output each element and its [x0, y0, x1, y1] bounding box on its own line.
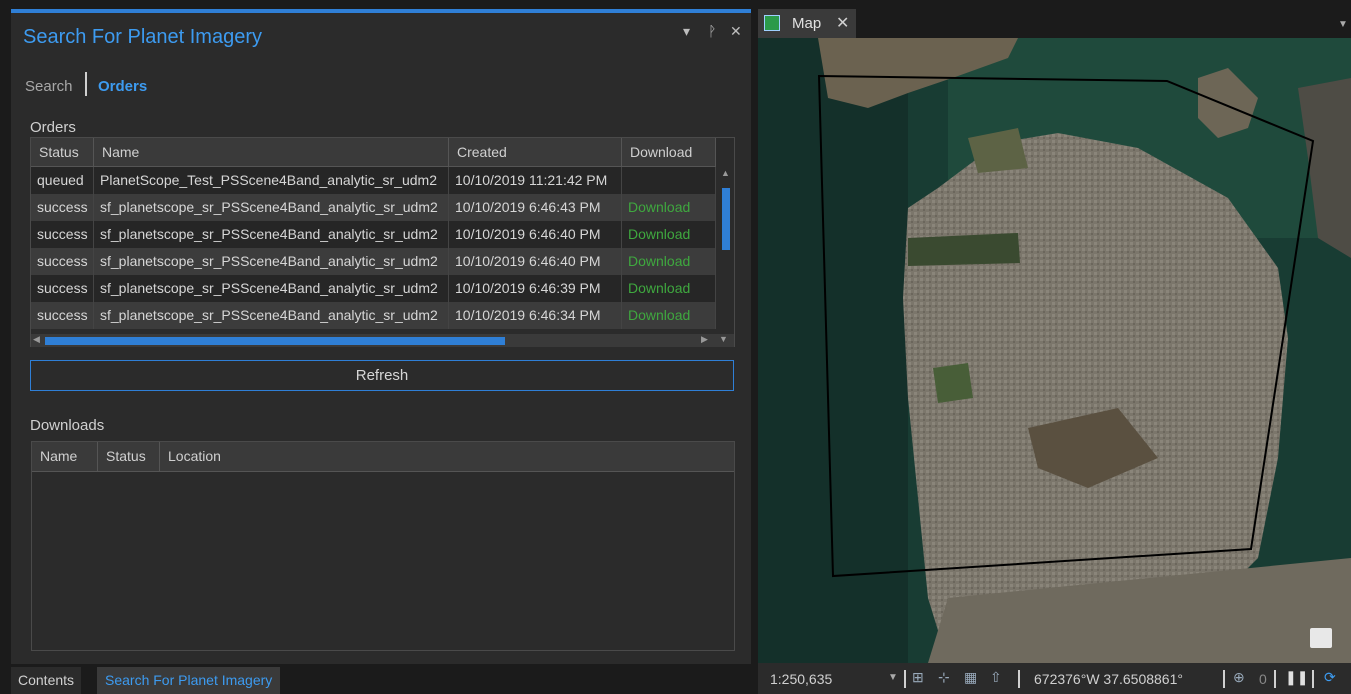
golden-gate-park — [908, 233, 1020, 266]
cell-created: 10/10/2019 6:46:34 PM — [449, 302, 622, 329]
vertical-scroll-thumb[interactable] — [722, 188, 730, 250]
column-header-download[interactable]: Download — [622, 138, 716, 166]
pane-title: Search For Planet Imagery — [23, 26, 262, 48]
pane-accent-bar — [11, 9, 751, 13]
map-canvas[interactable] — [758, 38, 1351, 663]
table-row[interactable]: success sf_planetscope_sr_PSScene4Band_a… — [31, 221, 716, 248]
selected-features-count: 0 — [1259, 671, 1267, 687]
map-status-bar: 1:250,635 ▼ ⊞ ⊹ ▦ ⇧ 672376°W 37.6508861°… — [758, 663, 1351, 694]
cell-name: sf_planetscope_sr_PSScene4Band_analytic_… — [94, 275, 449, 302]
orders-horizontal-scrollbar[interactable]: ◀ ▶ ▼ — [31, 334, 734, 347]
cell-status: success — [31, 302, 94, 329]
map-overview-icon[interactable] — [1310, 628, 1332, 648]
orders-table: Status Name Created Download queued Plan… — [30, 137, 735, 347]
pause-drawing-icon[interactable]: ❚❚ — [1285, 669, 1308, 686]
tab-search[interactable]: Search — [25, 78, 73, 95]
download-link[interactable]: Download — [622, 221, 716, 248]
snapping-icon[interactable]: ⊹ — [938, 669, 950, 686]
chevron-down-icon[interactable]: ▼ — [888, 672, 898, 683]
status-divider — [1018, 670, 1020, 688]
left-dock: Search For Planet Imagery ▾ ᚹ ✕ Search O… — [0, 0, 752, 694]
column-header-created[interactable]: Created — [449, 138, 622, 166]
map-tab-label: Map — [792, 15, 822, 32]
refresh-map-icon[interactable]: ⟳ — [1324, 669, 1336, 686]
orders-section-label: Orders — [30, 119, 76, 136]
downloads-section-label: Downloads — [30, 417, 105, 434]
satellite-imagery — [758, 38, 1351, 663]
column-header-name[interactable]: Name — [32, 442, 98, 471]
cell-name: PlanetScope_Test_PSScene4Band_analytic_s… — [94, 167, 449, 194]
download-link[interactable]: Download — [622, 248, 716, 275]
cell-name: sf_planetscope_sr_PSScene4Band_analytic_… — [94, 302, 449, 329]
download-link[interactable]: Download — [622, 194, 716, 221]
tab-divider — [85, 72, 87, 96]
cell-name: sf_planetscope_sr_PSScene4Band_analytic_… — [94, 194, 449, 221]
download-link[interactable]: Download — [622, 275, 716, 302]
downloads-header-row: Name Status Location — [32, 442, 734, 472]
park-area — [933, 363, 973, 403]
map-tab-bar: Map ✕ ▼ — [758, 9, 1351, 38]
cell-status: success — [31, 248, 94, 275]
orders-vertical-scrollbar[interactable]: ▲ — [718, 166, 734, 332]
pane-close-icon[interactable]: ✕ — [730, 23, 742, 40]
map-icon — [764, 15, 780, 31]
selection-icon[interactable]: ⊕ — [1233, 669, 1245, 686]
cell-created: 10/10/2019 6:46:39 PM — [449, 275, 622, 302]
column-header-name[interactable]: Name — [94, 138, 449, 166]
download-link[interactable]: Download — [622, 302, 716, 329]
coordinate-readout: 672376°W 37.6508861° — [1034, 671, 1183, 687]
north-arrow-icon[interactable]: ⇧ — [990, 669, 1002, 686]
tab-contents[interactable]: Contents — [11, 667, 82, 694]
table-row[interactable]: success sf_planetscope_sr_PSScene4Band_a… — [31, 302, 716, 329]
table-row[interactable]: queued PlanetScope_Test_PSScene4Band_ana… — [31, 167, 716, 194]
cell-status: success — [31, 275, 94, 302]
scroll-up-arrow-icon[interactable]: ▲ — [721, 168, 730, 178]
tab-search-planet-imagery[interactable]: Search For Planet Imagery — [97, 667, 281, 694]
tab-map[interactable]: Map ✕ — [758, 9, 856, 38]
horizontal-scroll-thumb[interactable] — [45, 337, 505, 345]
table-row[interactable]: success sf_planetscope_sr_PSScene4Band_a… — [31, 194, 716, 221]
cell-status: success — [31, 194, 94, 221]
close-icon[interactable]: ✕ — [836, 13, 849, 33]
refresh-button[interactable]: Refresh — [30, 360, 734, 391]
tab-orders[interactable]: Orders — [98, 78, 147, 95]
cell-download — [622, 167, 716, 194]
column-header-status[interactable]: Status — [31, 138, 94, 166]
cell-status: success — [31, 221, 94, 248]
cell-name: sf_planetscope_sr_PSScene4Band_analytic_… — [94, 221, 449, 248]
orders-header-row: Status Name Created Download — [31, 138, 716, 167]
column-header-status[interactable]: Status — [98, 442, 160, 471]
table-row[interactable]: success sf_planetscope_sr_PSScene4Band_a… — [31, 248, 716, 275]
status-divider — [904, 670, 906, 688]
cell-name: sf_planetscope_sr_PSScene4Band_analytic_… — [94, 248, 449, 275]
status-divider — [1312, 670, 1314, 688]
cell-created: 10/10/2019 6:46:40 PM — [449, 248, 622, 275]
downloads-table: Name Status Location — [31, 441, 735, 651]
dock-bottom-tabs: Contents Search For Planet Imagery — [11, 667, 751, 694]
column-header-location[interactable]: Location — [160, 442, 734, 471]
scroll-down-arrow-icon[interactable]: ▼ — [719, 334, 728, 344]
grid-icon[interactable]: ▦ — [964, 669, 977, 686]
status-divider — [1223, 670, 1225, 688]
pane-pin-icon[interactable]: ᚹ — [708, 23, 716, 39]
pane-menu-icon[interactable]: ▾ — [683, 23, 690, 40]
cell-created: 10/10/2019 11:21:42 PM — [449, 167, 622, 194]
cell-status: queued — [31, 167, 94, 194]
map-scale-field[interactable]: 1:250,635 — [770, 671, 832, 687]
fixed-extent-icon[interactable]: ⊞ — [912, 669, 924, 686]
cell-created: 10/10/2019 6:46:43 PM — [449, 194, 622, 221]
chevron-down-icon[interactable]: ▼ — [1338, 19, 1348, 30]
cell-created: 10/10/2019 6:46:40 PM — [449, 221, 622, 248]
table-row[interactable]: success sf_planetscope_sr_PSScene4Band_a… — [31, 275, 716, 302]
search-planet-pane: Search For Planet Imagery ▾ ᚹ ✕ Search O… — [11, 9, 751, 664]
scroll-right-arrow-icon[interactable]: ▶ — [701, 334, 708, 345]
scroll-left-arrow-icon[interactable]: ◀ — [33, 334, 40, 345]
status-divider — [1274, 670, 1276, 688]
